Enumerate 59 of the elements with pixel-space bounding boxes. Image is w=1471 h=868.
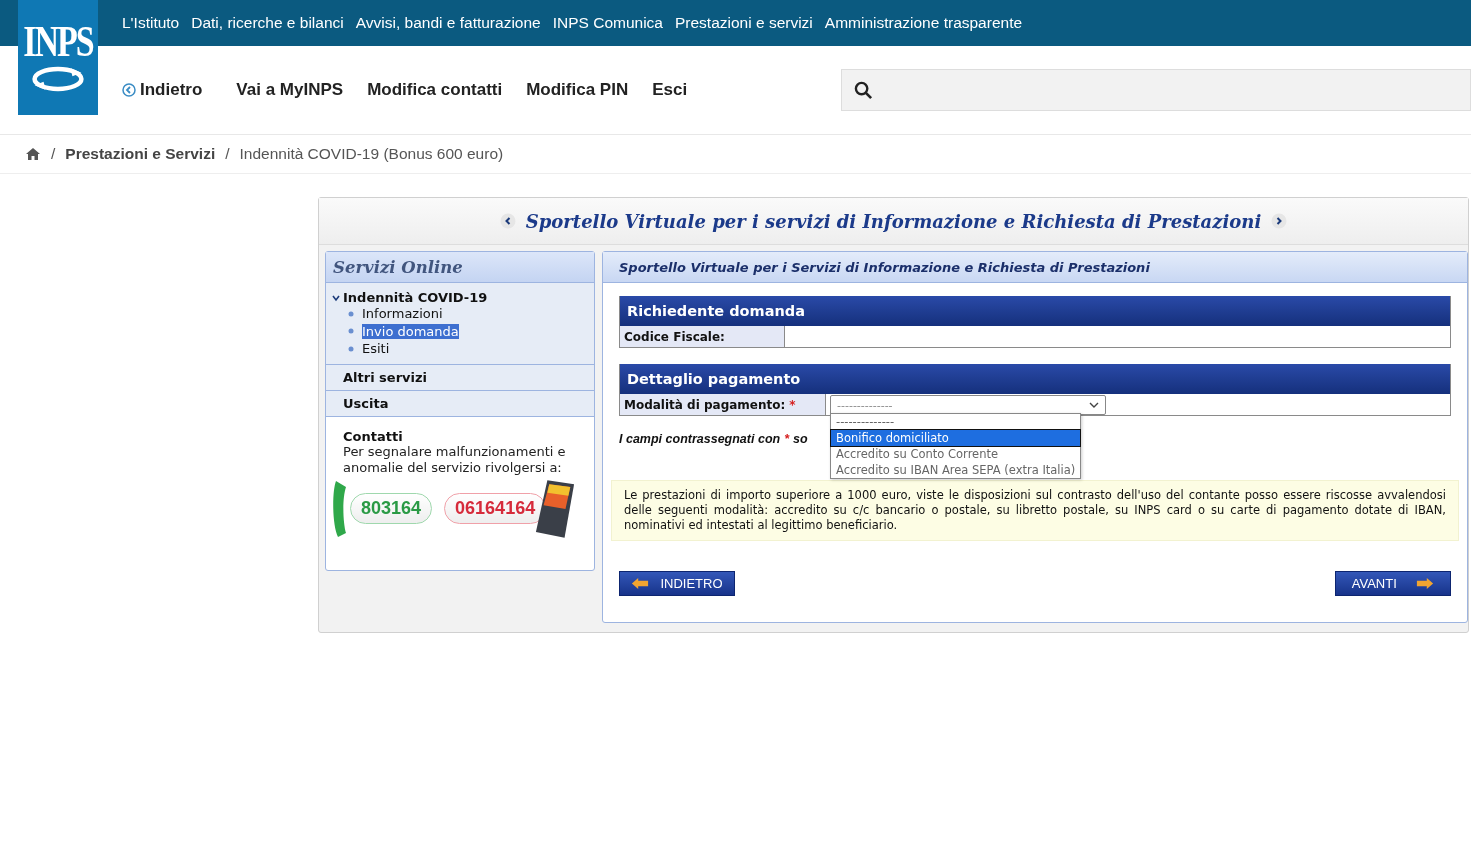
top-nav-link[interactable]: Avvisi, bandi e fatturazione	[355, 14, 541, 32]
landline-number: 803164	[350, 493, 433, 524]
chevron-right-icon[interactable]	[1271, 213, 1288, 229]
sidebar-subitem[interactable]: Invio domanda	[362, 323, 459, 339]
notice-text: Le prestazioni di importo superiore a 1000 euro, viste le disposizioni sul contrasto dell'uso del contante posso essere riscosse avvalendosi delle seguenti modalità: accredito su c/c bancario o postale, su libretto postale, su INPS card o su carte di pagamento dotate di IBAN, nominativi ed intestati al legittimo beneficiario.	[611, 480, 1459, 541]
breadcrumb-current: Indennità COVID-19 (Bonus 600 euro)	[239, 145, 504, 163]
breadcrumb-separator: /	[51, 145, 56, 163]
field-label: Codice Fiscale:	[624, 329, 725, 344]
field-label: Modalità di pagamento:	[624, 397, 786, 412]
arrow-left-icon	[631, 577, 650, 590]
bullet-icon	[348, 345, 354, 352]
panel-title: Sportello Virtuale per i servizi di Informazione e Richiesta di Prestazioni	[525, 210, 1262, 232]
dropdown-option[interactable]: --------------	[831, 414, 1081, 430]
inps-logo[interactable]: INPS	[18, 0, 98, 115]
sidebar-title: Servizi Online	[326, 252, 594, 283]
chevron-left-icon[interactable]	[499, 213, 516, 229]
form-title: Sportello Virtuale per i Servizi di Informazione e Richiesta di Prestazioni	[603, 252, 1467, 283]
sidebar-item[interactable]: Altri servizi	[343, 369, 428, 385]
dropdown-option[interactable]: Accredito su IBAN Area SEPA (extra Italia)	[831, 462, 1081, 478]
back-link[interactable]: Indietro	[122, 80, 203, 100]
section-header: Dettaglio pagamento	[620, 364, 1450, 394]
user-nav-link[interactable]: Modifica PIN	[526, 80, 629, 100]
required-note: so	[793, 432, 808, 446]
required-note: I campi contrassegnati con	[619, 432, 781, 446]
logo-text: INPS	[23, 16, 93, 67]
sidebar-item[interactable]: Indennità COVID-19	[343, 290, 488, 305]
home-icon[interactable]	[25, 147, 41, 161]
required-mark: *	[789, 397, 796, 412]
dropdown-option[interactable]: Accredito su Conto Corrente	[831, 446, 1081, 462]
breadcrumb-link[interactable]: Prestazioni e Servizi	[65, 145, 216, 163]
search-field[interactable]	[841, 69, 1471, 111]
top-nav-link[interactable]: L'Istituto	[122, 14, 180, 32]
section-header: Richiedente domanda	[620, 296, 1450, 326]
caret-icon	[1089, 402, 1099, 408]
phone-handset-icon	[332, 478, 348, 539]
back-button[interactable]: INDIETRO	[619, 571, 735, 596]
top-nav-link[interactable]: INPS Comunica	[552, 14, 663, 32]
breadcrumb-separator: /	[225, 145, 230, 163]
search-icon	[854, 80, 874, 100]
user-nav-link[interactable]: Modifica contatti	[367, 80, 503, 100]
swirl-icon	[31, 64, 85, 93]
payment-select[interactable]: --------------	[830, 395, 1106, 415]
user-nav-link[interactable]: Esci	[652, 80, 688, 100]
sidebar-item[interactable]: Uscita	[343, 395, 389, 411]
contacts-title: Contatti	[342, 428, 404, 444]
user-nav-link[interactable]: Vai a MyINPS	[236, 80, 344, 100]
arrow-right-icon	[1416, 577, 1435, 590]
sidebar-subitem[interactable]: Esiti	[362, 341, 390, 357]
sidebar-subitem[interactable]: Informazioni	[362, 306, 443, 322]
contacts-text: Per segnalare malfunzionamenti e anomalie del servizio rivolgersi a:	[342, 443, 567, 476]
next-button[interactable]: AVANTI	[1335, 571, 1451, 596]
required-mark: *	[784, 432, 790, 446]
bullet-icon	[348, 328, 354, 335]
top-nav-link[interactable]: Dati, ricerche e bilanci	[191, 14, 344, 32]
top-nav-link[interactable]: Amministrazione trasparente	[824, 14, 1023, 32]
mobile-phone-icon	[534, 477, 577, 540]
bullet-icon	[348, 310, 354, 317]
dropdown-option[interactable]: Bonifico domiciliato	[831, 430, 1081, 446]
top-nav-link[interactable]: Prestazioni e servizi	[674, 14, 813, 32]
